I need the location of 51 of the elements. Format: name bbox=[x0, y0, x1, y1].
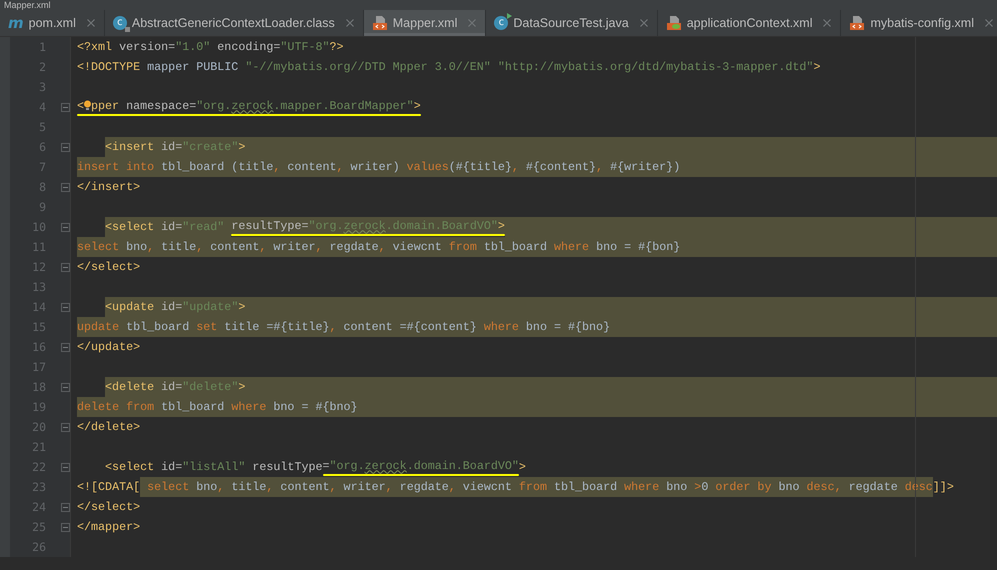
code-text: select bno, title, content, writer, regdate, viewcnt from tbl_board where bno >0 order by bno desc, regdate desc bbox=[140, 477, 933, 497]
xml-file-icon bbox=[372, 15, 388, 31]
close-icon[interactable] bbox=[984, 19, 993, 27]
spring-xml-icon bbox=[666, 15, 682, 31]
fold-marker-icon[interactable] bbox=[61, 342, 70, 352]
fold-marker-icon[interactable] bbox=[61, 462, 70, 472]
editor-tab[interactable]: c AbstractGenericContextLoader.class bbox=[104, 10, 364, 36]
xml-file-icon bbox=[849, 15, 866, 31]
fold-marker-icon[interactable] bbox=[61, 142, 70, 152]
code-text: update tbl_board set title =#{title}, content =#{content} where bno = #{bno} bbox=[77, 317, 610, 337]
code-text: <?xml version="1.0" encoding="UTF-8"?> bbox=[77, 39, 344, 56]
code-text: </select> bbox=[77, 259, 140, 276]
fold-marker-icon[interactable] bbox=[61, 302, 70, 312]
fold-marker-icon[interactable] bbox=[61, 182, 70, 192]
editor-tab[interactable]: applicationContext.xml bbox=[658, 10, 842, 36]
fold-marker-icon[interactable] bbox=[61, 502, 70, 512]
code-text: select bno, title, content, writer, regdate, viewcnt from tbl_board where bno = #{bon} bbox=[77, 237, 680, 257]
code-text: <select id="listAll" resultType bbox=[105, 459, 322, 476]
code-text: </select> bbox=[77, 499, 140, 516]
close-icon[interactable] bbox=[468, 19, 476, 27]
code-text: </mapper> bbox=[77, 519, 140, 536]
fold-marker-icon[interactable] bbox=[61, 382, 70, 392]
code-text: > bbox=[518, 459, 526, 476]
close-icon[interactable] bbox=[346, 19, 354, 27]
editor-tab[interactable]: Mapper.xml bbox=[364, 10, 486, 36]
lightbulb-icon[interactable] bbox=[84, 99, 92, 112]
editor-tab[interactable]: mybatis-config.xml bbox=[841, 10, 997, 36]
code-text: delete from tbl_board where bno = #{bno} bbox=[77, 397, 358, 417]
fold-marker-icon[interactable] bbox=[61, 522, 70, 532]
code-text: <!DOCTYPE mapper PUBLIC "-//mybatis.org//DTD Mpper 3.0//EN" "http://mybatis.org/dtd/mybatis-3-mapper.dtd"> bbox=[77, 59, 820, 76]
code-text: </delete> bbox=[77, 419, 140, 436]
code-text: ="org.zerock.domain.BoardVO" bbox=[322, 458, 519, 474]
close-icon[interactable] bbox=[640, 19, 648, 27]
code-text: pper namespace="org.zerock.mapper.BoardMapper"> bbox=[91, 98, 421, 114]
editor-tab[interactable]: c DataSourceTest.java bbox=[486, 10, 658, 36]
fold-marker-icon[interactable] bbox=[61, 262, 70, 272]
fold-marker-icon[interactable] bbox=[61, 102, 70, 112]
fold-marker-icon[interactable] bbox=[61, 422, 70, 432]
close-icon[interactable] bbox=[823, 19, 832, 27]
window-title: Mapper.xml bbox=[4, 0, 51, 10]
close-icon[interactable] bbox=[86, 19, 95, 27]
code-text: </insert> bbox=[77, 179, 140, 196]
maven-icon: m bbox=[8, 15, 24, 31]
fold-marker-icon[interactable] bbox=[61, 222, 70, 232]
code-text: insert into tbl_board (title, content, writer) values(#{title}, #{content}, #{writer}) bbox=[77, 157, 680, 177]
code-text: <![CDATA[ bbox=[77, 479, 140, 496]
code-text: < bbox=[77, 98, 84, 114]
editor-tab[interactable]: m pom.xml bbox=[0, 10, 105, 36]
code-text: </update> bbox=[77, 339, 140, 356]
code-text: ]]> bbox=[932, 479, 954, 496]
class-file-icon: c bbox=[112, 16, 127, 30]
